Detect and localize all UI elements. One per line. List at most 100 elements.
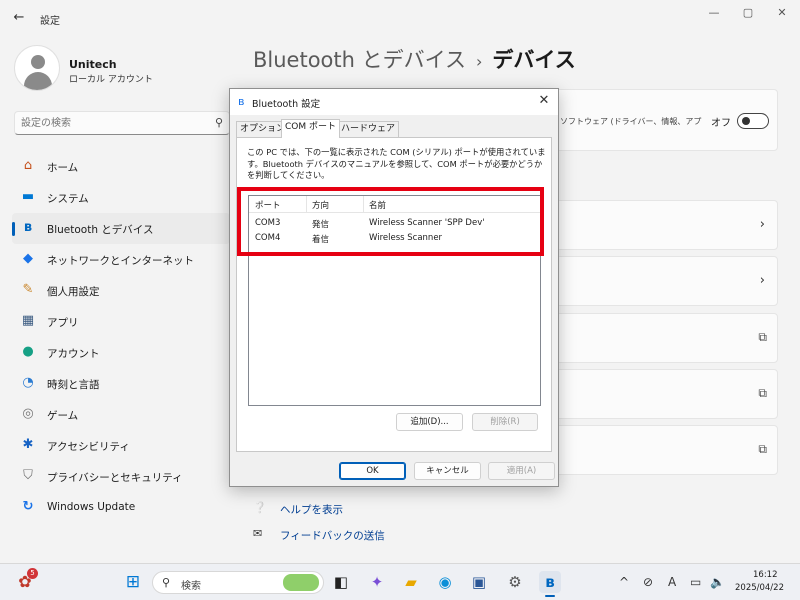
- sidebar-item-accounts[interactable]: ● アカウント: [12, 337, 230, 368]
- cancel-button[interactable]: キャンセル: [414, 462, 481, 480]
- maximize-button[interactable]: ▢: [738, 6, 758, 20]
- sidebar-item-label: 個人用設定: [47, 286, 100, 298]
- sidebar-item-home[interactable]: ⌂ ホーム: [12, 151, 230, 182]
- app-title: 設定: [40, 16, 60, 27]
- sidebar-item-bluetooth[interactable]: ʙ Bluetooth とデバイス: [12, 213, 230, 244]
- title-bar: ← 設定 — ▢ ✕: [0, 0, 800, 36]
- start-menu-icon[interactable]: ⊞: [122, 571, 144, 593]
- sidebar-item-label: ホーム: [47, 162, 79, 174]
- feedback-link[interactable]: フィードバックの送信: [280, 528, 385, 543]
- globe-clock-icon: ◔: [22, 375, 34, 390]
- update-icon: ↻: [22, 499, 34, 514]
- breadcrumb-parent[interactable]: Bluetooth とデバイス: [253, 48, 466, 72]
- ime-mode-indicator[interactable]: A: [668, 575, 676, 589]
- taskbar-search[interactable]: ⚲ 検索: [152, 571, 324, 594]
- sidebar-item-time-language[interactable]: ◔ 時刻と言語: [12, 368, 230, 399]
- com-port-description: この PC では、下の一覧に表示された COM (シリアル) ポートが使用されて…: [247, 147, 546, 180]
- sidebar-item-apps[interactable]: ▦ アプリ: [12, 306, 230, 337]
- sidebar-item-label: アカウント: [47, 348, 100, 360]
- ok-button[interactable]: OK: [339, 462, 406, 480]
- add-port-button[interactable]: 追加(D)...: [396, 413, 463, 431]
- settings-link-row-1[interactable]: ⧉: [555, 313, 778, 363]
- driver-download-card: ソフトウェア (ドライバー、情報、アプ オフ: [555, 89, 778, 151]
- com-ports-panel: この PC では、下の一覧に表示された COM (シリアル) ポートが使用されて…: [236, 137, 552, 452]
- settings-search-box[interactable]: ⚲: [14, 111, 230, 135]
- volume-icon[interactable]: 🔈: [710, 575, 725, 589]
- store-icon[interactable]: ▣: [468, 571, 490, 593]
- sidebar-item-label: アクセシビリティ: [47, 441, 130, 453]
- bluetooth-app-icon[interactable]: ʙ: [539, 571, 561, 593]
- settings-link-row-3[interactable]: ⧉: [555, 425, 778, 475]
- active-app-indicator: [545, 595, 555, 597]
- settings-row-2[interactable]: ›: [555, 256, 778, 306]
- minimize-button[interactable]: —: [704, 6, 724, 20]
- card-description: ソフトウェア (ドライバー、情報、アプ: [560, 117, 702, 126]
- search-icon: ⚲: [162, 576, 171, 589]
- metered-download-toggle[interactable]: [737, 113, 769, 129]
- sidebar-item-privacy[interactable]: ⛉ プライバシーとセキュリティ: [12, 461, 230, 492]
- shield-icon: ⛉: [23, 468, 33, 483]
- external-link-icon: ⧉: [758, 442, 767, 456]
- page-title: Bluetooth とデバイス › デバイス: [253, 44, 576, 74]
- bluetooth-settings-dialog: ʙ Bluetooth 設定 ✕ オプション COM ポート ハードウェア この…: [229, 88, 559, 487]
- user-name: Unitech: [69, 58, 117, 71]
- help-icon: ❔: [253, 501, 267, 514]
- display-icon[interactable]: ▭: [690, 575, 701, 589]
- copilot-icon[interactable]: ✦: [366, 571, 388, 593]
- account-type: ローカル アカウント: [69, 75, 153, 85]
- sidebar-item-network[interactable]: ◆ ネットワークとインターネット: [12, 244, 230, 275]
- external-link-icon: ⧉: [758, 330, 767, 344]
- dialog-close-button[interactable]: ✕: [536, 93, 552, 109]
- feedback-icon: ✉: [253, 527, 263, 540]
- remove-port-button[interactable]: 削除(R): [472, 413, 538, 431]
- sidebar-item-label: Bluetooth とデバイス: [47, 224, 154, 236]
- toggle-state-label: オフ: [711, 118, 731, 129]
- wifi-icon: ◆: [23, 251, 33, 266]
- avatar-head-icon: [31, 55, 45, 69]
- sidebar-item-label: プライバシーとセキュリティ: [47, 472, 183, 484]
- sidebar-item-accessibility[interactable]: ✱ アクセシビリティ: [12, 430, 230, 461]
- tab-com-ports[interactable]: COM ポート: [281, 119, 340, 138]
- tab-hardware[interactable]: ハードウェア: [337, 121, 400, 137]
- sidebar-item-personalization[interactable]: ✎ 個人用設定: [12, 275, 230, 306]
- selection-indicator: [12, 222, 15, 236]
- toggle-knob: [742, 117, 750, 125]
- settings-search-input[interactable]: [21, 115, 211, 131]
- task-view-icon[interactable]: ◧: [330, 571, 352, 593]
- sidebar-item-label: ゲーム: [47, 410, 79, 422]
- network-off-icon[interactable]: ⊘: [643, 575, 653, 589]
- avatar-body-icon: [24, 72, 52, 90]
- help-link[interactable]: ヘルプを表示: [280, 502, 343, 517]
- apps-icon: ▦: [21, 313, 35, 328]
- sidebar-nav: ⌂ ホーム ▬ システム ʙ Bluetooth とデバイス ◆ ネットワークと…: [12, 151, 230, 523]
- bluetooth-icon: ʙ: [23, 220, 33, 235]
- sidebar-item-gaming[interactable]: ◎ ゲーム: [12, 399, 230, 430]
- brush-icon: ✎: [22, 282, 34, 297]
- back-arrow-icon[interactable]: ←: [10, 10, 28, 26]
- sidebar-item-label: 時刻と言語: [47, 379, 100, 391]
- clock-date[interactable]: 2025/04/22: [735, 583, 784, 593]
- chevron-right-icon: ›: [759, 273, 765, 288]
- sidebar-item-label: ネットワークとインターネット: [47, 255, 194, 267]
- settings-row-1[interactable]: ›: [555, 200, 778, 250]
- settings-link-row-2[interactable]: ⧉: [555, 369, 778, 419]
- com-port-highlight-box: [237, 187, 544, 256]
- apply-button[interactable]: 適用(A): [488, 462, 555, 480]
- close-button[interactable]: ✕: [772, 6, 792, 20]
- dialog-title-bar: ʙ Bluetooth 設定 ✕: [230, 89, 558, 115]
- tray-overflow-chevron-icon[interactable]: ^: [619, 575, 629, 589]
- sidebar-item-windows-update[interactable]: ↻ Windows Update: [12, 492, 230, 523]
- sidebar-item-label: システム: [47, 193, 89, 205]
- settings-gear-icon[interactable]: ⚙: [504, 571, 526, 593]
- sidebar-item-label: アプリ: [47, 317, 79, 329]
- clock-time[interactable]: 16:12: [753, 570, 778, 580]
- person-icon: ●: [22, 344, 34, 359]
- edge-browser-icon[interactable]: ◉: [434, 571, 456, 593]
- file-explorer-icon[interactable]: ▰: [400, 571, 422, 593]
- monitor-icon: ▬: [21, 189, 35, 204]
- taskbar: ✿ ⊞ ⚲ 検索 ◧ ✦ ▰ ◉ ▣ ⚙ ʙ ^ ⊘ A ▭ 🔈: [0, 563, 800, 600]
- avatar[interactable]: [14, 45, 60, 91]
- search-highlight-image: [283, 574, 319, 591]
- sidebar-item-system[interactable]: ▬ システム: [12, 182, 230, 213]
- accessibility-icon: ✱: [22, 437, 34, 452]
